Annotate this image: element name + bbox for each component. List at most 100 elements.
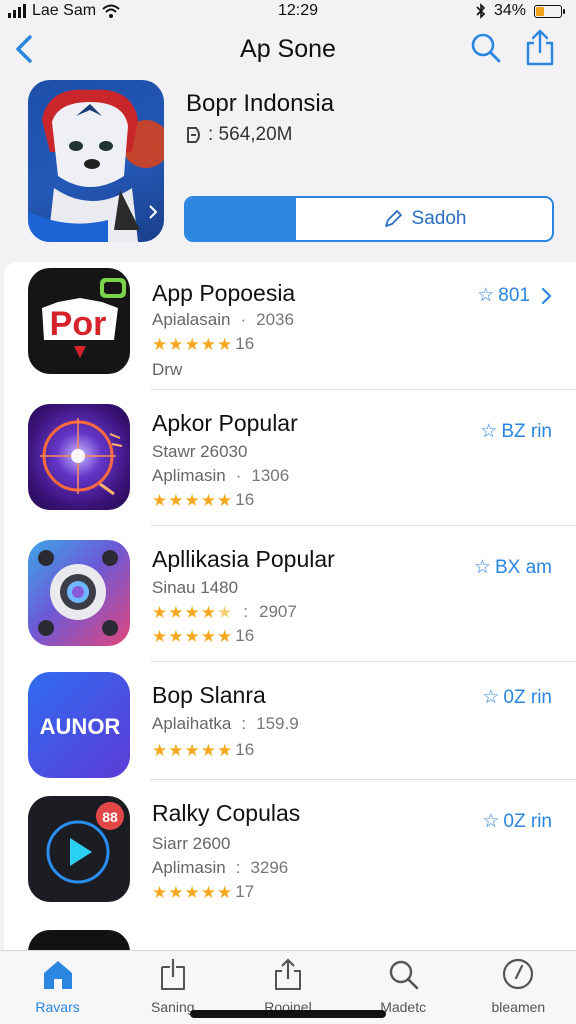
nav-bar: Ap Sone [0, 22, 576, 76]
compass-icon [40, 418, 123, 496]
status-time: 12:29 [277, 2, 319, 19]
get-button[interactable]: ☆ 0Z rin [482, 810, 552, 833]
play-icon: 88 [46, 802, 124, 884]
rating-stars: ★ ★ ★ ★ ★ 16 [152, 626, 255, 646]
home-indicator [190, 1010, 386, 1018]
app-icon: Por [28, 268, 130, 374]
rating-count: 17 [235, 882, 255, 901]
app-rank: 2036 [256, 310, 294, 329]
app-name: Apllikasia Popular [152, 546, 335, 572]
app-category: Aplaihatka:159.9 [152, 714, 299, 733]
app-subtitle: Drw [152, 360, 183, 379]
mascot-icon [28, 89, 164, 242]
get-button[interactable]: ☆ 0Z rin [482, 686, 552, 709]
app-rank: 2907 [258, 602, 297, 621]
svg-text:Por: Por [50, 305, 107, 343]
chevron-left-icon[interactable] [10, 32, 40, 66]
battery-level-fill [536, 6, 545, 16]
app-name: Apkor Popular [152, 410, 298, 436]
app-category-label: Aplimasin [152, 858, 226, 877]
battery-icon [534, 4, 565, 18]
list-item[interactable]: 88 Ralky Copulas Siarr 2600 Aplimasin:32… [4, 780, 576, 920]
get-button[interactable]: ☆ BZ rin [480, 420, 552, 443]
home-icon [43, 961, 72, 989]
rating-count: 16 [235, 626, 255, 645]
popcorn-logo-icon: Por [42, 278, 126, 358]
progress-label-wrap: Sadoh [296, 198, 552, 240]
bluetooth-icon [476, 3, 486, 19]
signal-icon [8, 4, 26, 18]
chevron-right-icon [541, 287, 552, 304]
get-button[interactable]: ☆ 801 [477, 284, 552, 307]
get-button[interactable]: ☆ BX am [474, 556, 552, 579]
search-icon [389, 960, 419, 990]
featured-app-size: : 564,20M [208, 124, 293, 145]
rating-count: 16 [235, 490, 255, 509]
app-rank: 1306 [251, 466, 290, 485]
tab-ravars[interactable]: Ravars [3, 951, 113, 1024]
app-rank: 159.9 [256, 714, 299, 733]
get-button-label: BX am [494, 556, 552, 578]
rating-count: 16 [235, 334, 255, 353]
app-rank: 3296 [250, 858, 289, 877]
status-bar: Lae Sam 12:29 34% [0, 0, 576, 22]
featured-app-meta: : 564,20M [186, 124, 293, 146]
list-item[interactable]: Apllikasia Popular Sinau 1480 ★ ★ ★ ★ ★ :290… [4, 526, 576, 662]
star-icon: ☆ [482, 811, 500, 832]
star-icon: ☆ [477, 285, 495, 306]
app-icon: AUNOR [28, 672, 130, 778]
tab-label: Madetc [380, 999, 427, 1015]
list-item[interactable]: AUNOR Bop Slanra Aplaihatka:159.9 ★ ★ ★ ★ ★ … [4, 662, 576, 780]
rating-count: 16 [235, 740, 255, 759]
star-icon: ☆ [480, 421, 498, 442]
star-icon: ☆ [482, 687, 500, 708]
app-icon [28, 404, 130, 510]
get-button-label: BZ rin [501, 420, 552, 442]
bookmark-icon [160, 959, 185, 990]
get-button-label: 0Z rin [503, 810, 552, 832]
tab-bleamen[interactable]: bleamen [463, 951, 573, 1024]
battery-percent: 34% [493, 2, 526, 19]
app-category-label: Aplimasin [152, 466, 226, 485]
status-left: Lae Sam [8, 2, 120, 20]
clock-icon [503, 958, 534, 990]
app-developer: Siarr 2600 [152, 834, 231, 853]
app-name: Bop Slanra [152, 682, 266, 708]
list-item[interactable]: Por App Popoesia Apialasain · 2036 ★ ★ ★ ★ ★ 1… [4, 262, 576, 390]
featured-app-title: Bopr Indonsia [186, 90, 335, 117]
pencil-icon [384, 210, 402, 227]
search-icon[interactable] [470, 32, 502, 64]
wifi-icon [102, 4, 120, 18]
rating-stars-summary: ★ ★ ★ ★ ★ :2907 [152, 602, 297, 622]
featured-app-icon[interactable] [28, 80, 164, 242]
list-item[interactable]: Apkor Popular Stawr 26030 Aplimasin · 1306… [4, 390, 576, 526]
arrow-right-icon [187, 127, 200, 143]
svg-text:AUNOR: AUNOR [40, 714, 121, 739]
page-title: Ap Sone [240, 34, 336, 63]
app-developer: Stawr 26030 [152, 442, 248, 461]
app-developer: Sinau 1480 [152, 578, 239, 597]
tab-label: Saning [150, 999, 195, 1015]
app-name: Ralky Copulas [152, 800, 301, 826]
app-icon [28, 540, 130, 646]
rating-stars: ★ ★ ★ ★ ★ 16 [152, 490, 255, 510]
tab-label: bleamen [491, 999, 546, 1015]
featured-app: Bopr Indonsia : 564,20M Sadoh [28, 80, 556, 250]
rating-stars: ★ ★ ★ ★ ★ 16 [152, 334, 255, 354]
progress-fill [186, 198, 296, 240]
rating-stars: ★ ★ ★ ★ ★ 17 [152, 882, 255, 902]
app-category-label: Aplaihatka [152, 714, 232, 733]
share-icon[interactable] [524, 28, 556, 66]
get-button-label: 0Z rin [503, 686, 552, 708]
app-list: Por App Popoesia Apialasain · 2036 ★ ★ ★ ★ ★ 1… [4, 262, 576, 952]
app-icon [28, 930, 130, 952]
app-category: Aplimasin:3296 [152, 858, 289, 877]
star-icon: ☆ [473, 557, 491, 578]
progress-label: Sadoh [411, 208, 467, 229]
share-icon [274, 958, 301, 990]
list-item-partial[interactable] [4, 926, 576, 952]
app-name: App Popoesia [152, 280, 296, 306]
app-icon: 88 [28, 796, 130, 902]
status-right: 34% [476, 2, 565, 20]
download-progress-button[interactable]: Sadoh [184, 196, 554, 242]
